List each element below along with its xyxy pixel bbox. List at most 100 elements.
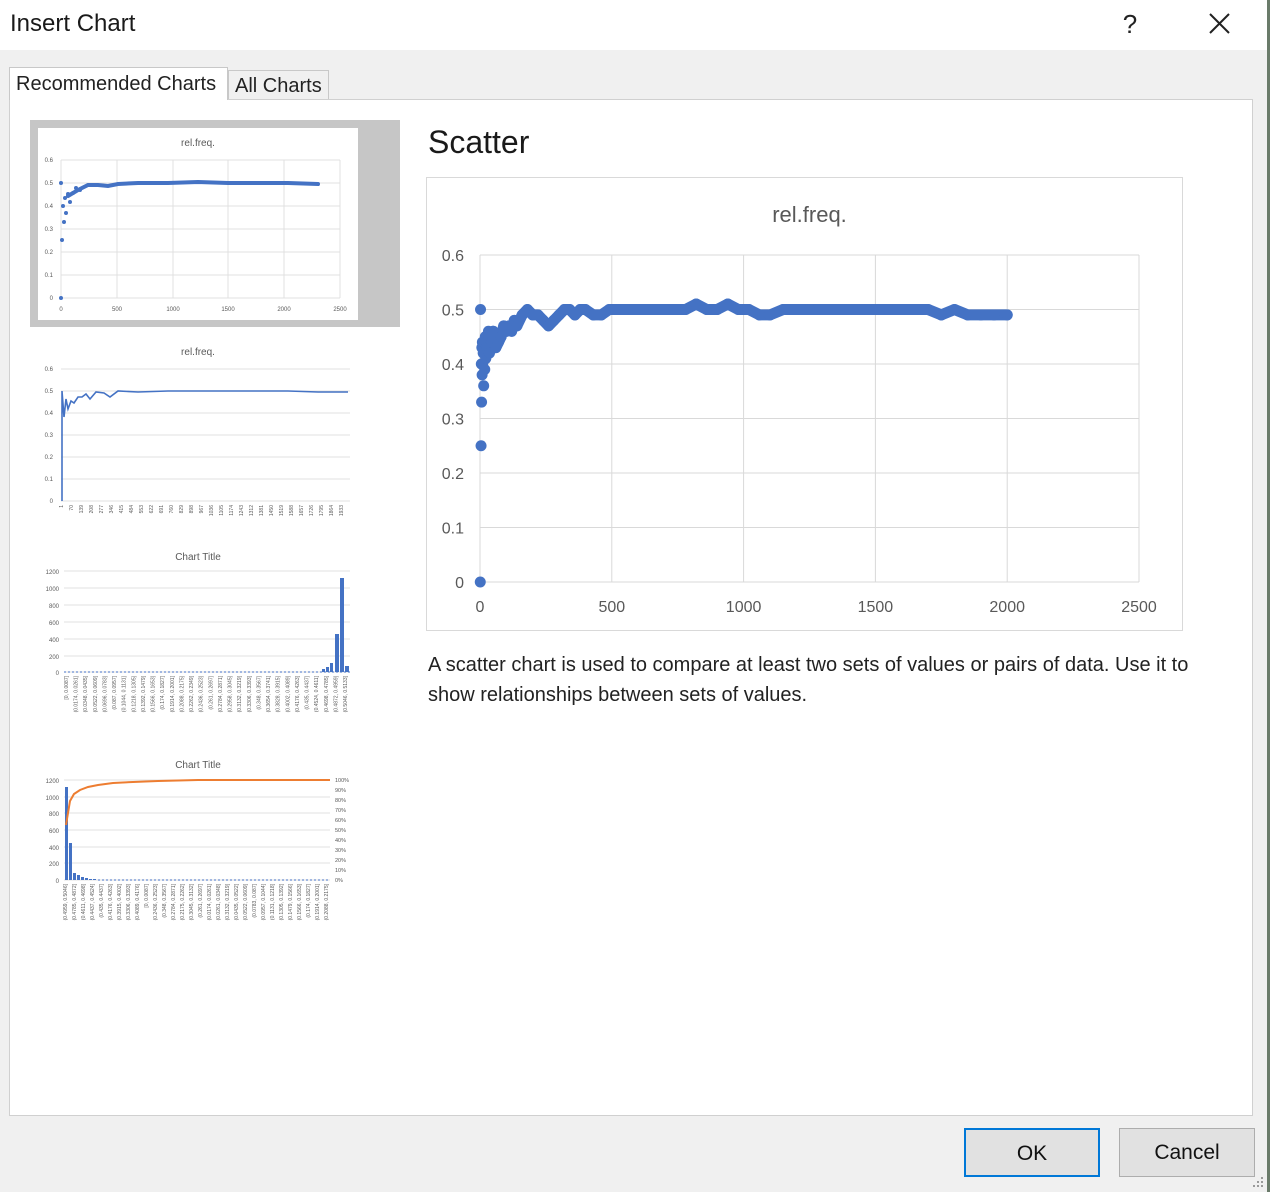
scatter-point <box>627 304 639 315</box>
thumb-line-xtick: 1795 <box>319 505 325 516</box>
thumb-line-xtick: 70 <box>69 505 75 511</box>
scatter-preview-chart: rel.freq. 0 0.1 0.2 0.3 0.4 0.5 0.6 0 500 1000 1500… <box>442 202 1157 616</box>
thumb-hist-ytick: 1200 <box>46 570 60 576</box>
thumb-pareto-xtick: (0.174, 0.1827] <box>306 883 312 917</box>
thumb-line-ytick: 0.4 <box>45 411 54 417</box>
thumb-hist-xtick: (0.2784, 0.2871] <box>218 675 224 712</box>
thumbnail-pareto[interactable]: Chart Title 1200 1000 800 600 400 200 0 … <box>38 753 358 945</box>
thumb-hist-xtick: (0.1044, 0.1131] <box>122 675 128 712</box>
x-tick-label: 0 <box>476 599 485 616</box>
thumb-hist-xtick: (0.0174, 0.0261] <box>74 675 80 712</box>
scatter-point <box>637 304 649 315</box>
thumb-pareto-xtick: (0.4959, 0.5046] <box>63 883 69 920</box>
thumb-hist-ytick: 400 <box>49 638 60 644</box>
thumb-line-xtick: 208 <box>89 505 95 514</box>
histogram-thumbnail-chart: Chart Title 1200 1000 800 600 400 200 0 … <box>46 552 350 712</box>
scatter-point <box>722 298 734 310</box>
thumbnail-histogram[interactable]: Chart Title 1200 1000 800 600 400 200 0 … <box>38 545 358 737</box>
thumb-scatter-xtick: 500 <box>112 307 123 313</box>
close-button[interactable] <box>1198 3 1242 43</box>
thumb-pareto-xtick: (0.2436, 0.2523] <box>153 883 159 920</box>
thumb-line-xtick: 1726 <box>309 505 315 516</box>
scatter-point <box>922 304 934 315</box>
thumb-pareto-ytick: 800 <box>49 812 60 818</box>
thumb-scatter-ytick: 0.3 <box>45 227 54 233</box>
thumb-scatter-ytick: 0.5 <box>45 181 54 187</box>
scatter-point <box>909 304 921 315</box>
thumb-pareto-ytick: 0 <box>56 879 60 885</box>
thumb-pareto-ytick: 400 <box>49 846 60 852</box>
thumb-line-xtick: 1933 <box>339 505 345 516</box>
thumb-pareto-y2tick: 80% <box>335 798 346 804</box>
thumb-hist-xtick: (0.2958, 0.3045] <box>228 675 234 712</box>
thumb-pareto-xtick: (0.3306, 0.3393] <box>126 883 132 920</box>
scatter-thumbnail-chart: rel.freq. 0.6 0.5 0.4 0.3 0.2 0.1 0 0 50… <box>45 138 348 313</box>
thumb-pareto-xtick: (0.0174, 0.0261] <box>207 883 213 920</box>
thumb-pareto-xtick: (0.348, 0.3567] <box>162 883 168 917</box>
thumb-hist-ytick: 200 <box>49 655 60 661</box>
thumb-hist-ytick: 800 <box>49 604 60 610</box>
thumb-pareto-xtick: (0.0783, 0.087] <box>252 883 258 917</box>
thumb-line-xtick: 1 <box>59 505 65 508</box>
thumb-pareto-xtick: (0.435, 0.4437] <box>99 883 105 917</box>
thumb-hist-xtick: (0.1218, 0.1305] <box>131 675 137 712</box>
scatter-point <box>743 304 755 315</box>
scatter-point <box>962 309 974 321</box>
thumb-pareto-y2tick: 30% <box>335 848 346 854</box>
tab-recommended-charts[interactable]: Recommended Charts <box>9 67 228 100</box>
y-tick-label: 0.3 <box>442 412 464 429</box>
scatter-point <box>732 304 744 315</box>
thumb-line-xtick: 484 <box>129 505 135 514</box>
thumb-line-title: rel.freq. <box>181 347 215 358</box>
resize-grip-icon[interactable] <box>1250 1174 1264 1188</box>
thumb-pareto-xtick: (0.1305, 0.1392] <box>279 883 285 920</box>
thumb-hist-xtick: (0.2088, 0.2175] <box>179 675 185 712</box>
x-tick-label: 2000 <box>989 599 1025 616</box>
thumb-pareto-xtick: (0.4089, 0.4176] <box>135 883 141 920</box>
scatter-point <box>753 309 765 321</box>
tab-all-charts[interactable]: All Charts <box>228 70 329 99</box>
scatter-point <box>659 304 671 315</box>
thumb-pareto-xtick: (0.3915, 0.4002] <box>117 883 123 920</box>
scatter-point <box>804 304 815 315</box>
thumb-line-xtick: 1864 <box>329 505 335 516</box>
thumb-line-xtick: 967 <box>199 505 205 514</box>
thumb-line-xtick: 1657 <box>299 505 305 516</box>
thumb-pareto-xtick: [0, 0.0087] <box>144 883 150 907</box>
help-button[interactable]: ? <box>1110 5 1150 43</box>
thumb-pareto-y2tick: 100% <box>335 778 349 784</box>
thumb-line-xtick: 1381 <box>259 505 265 516</box>
cancel-button[interactable]: Cancel <box>1119 1128 1255 1177</box>
scatter-point <box>830 304 842 315</box>
thumb-pareto-y2tick: 40% <box>335 838 346 844</box>
thumbnail-line[interactable]: rel.freq. 0.6 0.5 0.4 0.3 0.2 0.1 0 1 70 1… <box>38 337 358 529</box>
preview-description: A scatter chart is used to compare at le… <box>428 654 1189 706</box>
thumb-hist-xtick: [0, 0.0087] <box>64 675 70 699</box>
thumb-hist-xtick: (0.3828, 0.3915] <box>276 675 282 712</box>
thumb-line-ytick: 0.1 <box>45 477 54 483</box>
scatter-point <box>1001 309 1013 321</box>
thumb-line-xtick: 829 <box>179 505 185 514</box>
thumb-pareto-y2tick: 70% <box>335 808 346 814</box>
thumb-scatter-xtick: 1500 <box>221 307 235 313</box>
thumb-hist-xtick: (0.2436, 0.2523] <box>199 675 205 712</box>
thumb-line-xtick: 346 <box>109 505 115 514</box>
x-tick-label: 1500 <box>858 599 894 616</box>
thumbnail-scatter[interactable]: rel.freq. 0.6 0.5 0.4 0.3 0.2 0.1 0 0 50… <box>38 128 358 320</box>
title-bar: Insert Chart ? <box>0 0 1270 50</box>
scatter-point <box>669 304 681 315</box>
scatter-point <box>790 304 802 315</box>
thumb-scatter-xtick: 1000 <box>166 307 180 313</box>
scatter-point <box>935 309 947 321</box>
y-tick-label: 0.5 <box>442 303 464 320</box>
thumb-hist-xtick: (0.0348, 0.0435] <box>83 675 89 712</box>
dialog-title: Insert Chart <box>10 10 136 37</box>
scatter-point <box>975 309 987 321</box>
scatter-point <box>856 304 868 315</box>
thumb-scatter-ytick: 0.1 <box>45 273 54 279</box>
ok-button[interactable]: OK <box>964 1128 1100 1177</box>
thumb-hist-ytick: 0 <box>56 671 60 677</box>
x-tick-label: 2500 <box>1121 599 1157 616</box>
scatter-point <box>474 576 486 588</box>
thumb-line-xtick: 1519 <box>279 505 285 516</box>
